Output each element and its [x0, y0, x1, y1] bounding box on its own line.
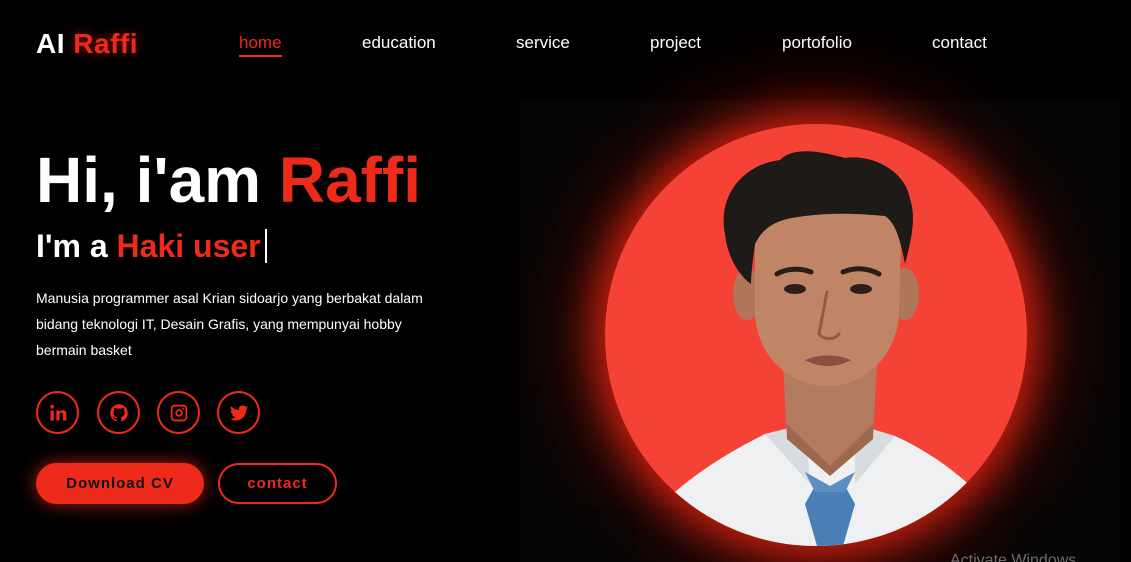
- main-nav: home education service project portofoli…: [0, 33, 1131, 57]
- nav-service[interactable]: service: [516, 33, 570, 53]
- nav-portofolio[interactable]: portofolio: [782, 33, 852, 53]
- twitter-link[interactable]: [217, 391, 260, 434]
- github-link[interactable]: [97, 391, 140, 434]
- instagram-link[interactable]: [157, 391, 200, 434]
- nav-project[interactable]: project: [650, 33, 701, 53]
- twitter-icon: [229, 404, 248, 420]
- github-icon: [109, 403, 128, 421]
- hero-description: Manusia programmer asal Krian sidoarjo y…: [36, 290, 423, 358]
- instagram-icon: [170, 404, 187, 421]
- contact-button[interactable]: contact: [218, 463, 337, 504]
- nav-home[interactable]: home: [239, 33, 282, 57]
- profile-photo-illustration: [605, 151, 1027, 546]
- download-cv-button[interactable]: Download CV: [36, 463, 204, 504]
- page: AI Raffi home education service project …: [0, 0, 1131, 562]
- hero-subtitle: I'm a Haki user: [36, 228, 267, 265]
- os-watermark: Activate Windows: [950, 552, 1077, 562]
- nav-education[interactable]: education: [362, 33, 436, 53]
- hero-name: Raffi: [278, 144, 422, 216]
- linkedin-link[interactable]: [36, 391, 79, 434]
- nav-contact[interactable]: contact: [932, 33, 987, 53]
- hero-typed-text: Haki user: [116, 228, 261, 264]
- hero-sub-prefix: I'm a: [36, 228, 108, 264]
- hero-greeting: Hi, i'am: [36, 144, 262, 216]
- linkedin-icon: [49, 404, 66, 420]
- profile-photo: [605, 124, 1027, 546]
- typing-cursor: [264, 229, 267, 263]
- hero-title: Hi, i'am Raffi: [36, 148, 421, 212]
